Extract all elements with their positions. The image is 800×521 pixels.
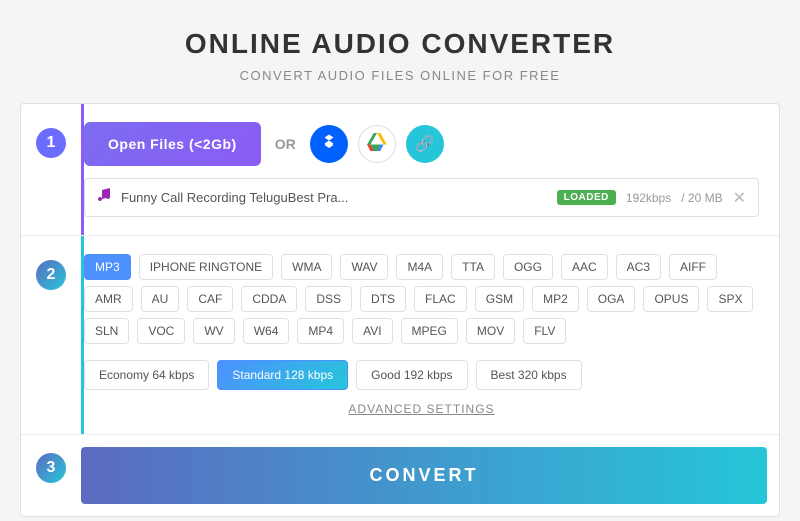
- file-bitrate: 192kbps: [626, 191, 671, 205]
- loaded-badge: LOADED: [557, 190, 616, 205]
- format-btn-w64[interactable]: W64: [243, 318, 290, 344]
- url-icon: 🔗: [415, 134, 435, 154]
- format-btn-ac3[interactable]: AC3: [616, 254, 661, 280]
- convert-button[interactable]: CONVERT: [81, 447, 767, 504]
- upload-row: Open Files (<2Gb) OR: [84, 122, 759, 166]
- quality-btn-standard[interactable]: Standard 128 kbps: [217, 360, 348, 390]
- format-btn-spx[interactable]: SPX: [707, 286, 753, 312]
- page-header: ONLINE AUDIO CONVERTER CONVERT AUDIO FIL…: [165, 0, 635, 93]
- or-label: OR: [275, 136, 296, 152]
- section-format: 2 MP3 IPHONE RINGTONE WMA WAV M4A TTA OGG AAC AC…: [21, 236, 779, 435]
- open-files-button[interactable]: Open Files (<2Gb): [84, 122, 261, 166]
- section-convert: 3 CONVERT: [21, 435, 779, 516]
- dropbox-button[interactable]: [310, 125, 348, 163]
- upload-content: Open Files (<2Gb) OR: [81, 104, 779, 235]
- format-btn-m4a[interactable]: M4A: [396, 254, 443, 280]
- format-grid: MP3 IPHONE RINGTONE WMA WAV M4A TTA OGG AAC AC3 A…: [84, 254, 759, 344]
- quality-btn-economy[interactable]: Economy 64 kbps: [84, 360, 209, 390]
- page-subtitle: CONVERT AUDIO FILES ONLINE FOR FREE: [185, 68, 615, 83]
- format-btn-voc[interactable]: VOC: [137, 318, 185, 344]
- format-btn-mp2[interactable]: MP2: [532, 286, 579, 312]
- format-btn-opus[interactable]: OPUS: [643, 286, 699, 312]
- format-btn-mp3[interactable]: MP3: [84, 254, 131, 280]
- format-btn-wma[interactable]: WMA: [281, 254, 332, 280]
- file-music-icon: [97, 187, 111, 208]
- quality-btn-good[interactable]: Good 192 kbps: [356, 360, 467, 390]
- google-drive-button[interactable]: [358, 125, 396, 163]
- format-btn-sln[interactable]: SLN: [84, 318, 129, 344]
- format-btn-gsm[interactable]: GSM: [475, 286, 524, 312]
- format-btn-wv[interactable]: WV: [193, 318, 234, 344]
- format-btn-wav[interactable]: WAV: [340, 254, 388, 280]
- format-btn-aiff[interactable]: AIFF: [669, 254, 717, 280]
- format-btn-tta[interactable]: TTA: [451, 254, 495, 280]
- file-name: Funny Call Recording TeluguBest Pra...: [121, 190, 547, 205]
- step-3-circle: 3: [36, 453, 66, 483]
- file-row: Funny Call Recording TeluguBest Pra... L…: [84, 178, 759, 217]
- format-btn-iphone-ringtone[interactable]: IPHONE RINGTONE: [139, 254, 273, 280]
- format-btn-ogg[interactable]: OGG: [503, 254, 553, 280]
- format-btn-oga[interactable]: OGA: [587, 286, 636, 312]
- format-btn-dss[interactable]: DSS: [305, 286, 352, 312]
- step-2-indicator: 2: [21, 236, 81, 434]
- step-1-circle: 1: [36, 128, 66, 158]
- main-container: 1 Open Files (<2Gb) OR: [20, 103, 780, 517]
- format-btn-au[interactable]: AU: [141, 286, 180, 312]
- format-btn-dts[interactable]: DTS: [360, 286, 406, 312]
- format-btn-cdda[interactable]: CDDA: [241, 286, 297, 312]
- format-btn-mpeg[interactable]: MPEG: [401, 318, 458, 344]
- format-btn-mov[interactable]: MOV: [466, 318, 515, 344]
- format-btn-flac[interactable]: FLAC: [414, 286, 467, 312]
- google-drive-icon: [367, 133, 387, 156]
- url-button[interactable]: 🔗: [406, 125, 444, 163]
- step-3-indicator: 3: [21, 435, 81, 516]
- file-close-button[interactable]: ✕: [733, 188, 746, 208]
- format-btn-mp4[interactable]: MP4: [297, 318, 344, 344]
- page-title: ONLINE AUDIO CONVERTER: [185, 28, 615, 60]
- quality-btn-best[interactable]: Best 320 kbps: [476, 360, 582, 390]
- dropbox-icon: [320, 133, 338, 156]
- format-btn-amr[interactable]: AMR: [84, 286, 133, 312]
- convert-content: CONVERT: [81, 435, 779, 516]
- cloud-icons: 🔗: [310, 125, 444, 163]
- step-1-indicator: 1: [21, 104, 81, 235]
- file-size: / 20 MB: [681, 191, 722, 205]
- format-btn-aac[interactable]: AAC: [561, 254, 608, 280]
- format-btn-flv[interactable]: FLV: [523, 318, 566, 344]
- format-btn-caf[interactable]: CAF: [187, 286, 233, 312]
- format-btn-avi[interactable]: AVI: [352, 318, 392, 344]
- step-2-circle: 2: [36, 260, 66, 290]
- quality-row: Economy 64 kbps Standard 128 kbps Good 192…: [84, 360, 759, 390]
- section-upload: 1 Open Files (<2Gb) OR: [21, 104, 779, 236]
- advanced-settings-link[interactable]: ADVANCED SETTINGS: [84, 402, 759, 416]
- format-content: MP3 IPHONE RINGTONE WMA WAV M4A TTA OGG AAC AC3 A…: [81, 236, 779, 434]
